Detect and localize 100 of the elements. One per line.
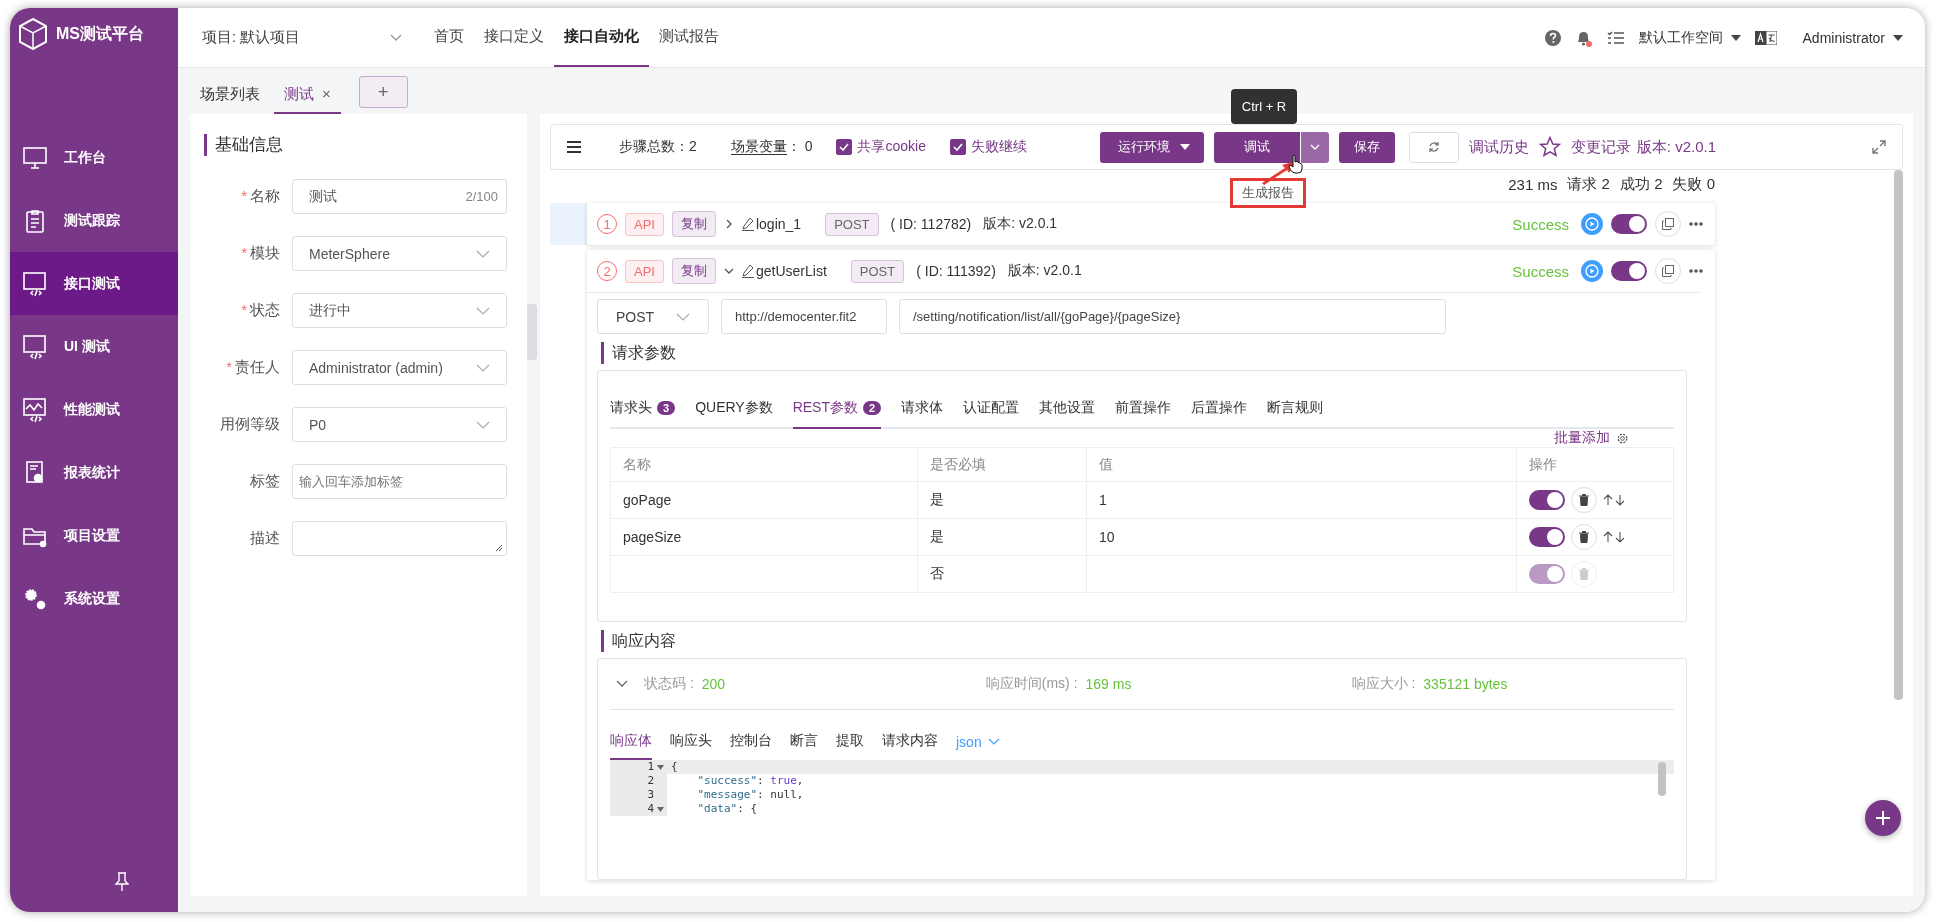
method-select[interactable]: POST [597, 299, 709, 334]
base-url-field[interactable]: http://democenter.fit2 [721, 299, 887, 334]
fold-icon[interactable] [657, 806, 664, 812]
sidebar-item[interactable]: 系统设置 [10, 567, 178, 630]
chevron-icon[interactable] [616, 680, 628, 688]
nav-tab[interactable]: 首页 [424, 8, 474, 67]
section-title: 基础信息 [204, 134, 507, 156]
scenario-tab[interactable]: 场景列表 [190, 85, 270, 114]
table-cell: 10 [1086, 518, 1517, 556]
tooltip: Ctrl + R [1230, 88, 1298, 124]
toggle-switch[interactable] [1611, 214, 1647, 234]
code-editor[interactable]: 1 { 2 "success": true, 3 "message": null, 4 "data": { [610, 760, 1674, 816]
sidebar-item[interactable]: 测试跟踪 [10, 189, 178, 252]
toggle-switch[interactable] [1529, 527, 1565, 547]
select-field[interactable]: MeterSphere [292, 236, 507, 271]
select-field[interactable]: Administrator (admin) [292, 350, 507, 385]
params-tab[interactable]: 断言规则 [1267, 399, 1324, 429]
response-tab[interactable]: 断言 [790, 732, 818, 760]
chevron-icon[interactable] [723, 266, 734, 276]
menu-item[interactable]: 生成报告 [1241, 183, 1294, 202]
add-tab-button[interactable]: + [358, 76, 408, 108]
expand-icon[interactable] [1872, 140, 1886, 154]
star-icon[interactable] [1538, 136, 1561, 158]
params-tab[interactable]: 其他设置 [1039, 399, 1096, 429]
user-menu[interactable]: Administrator [1802, 29, 1903, 46]
move-arrows-icon[interactable] [1603, 531, 1625, 543]
params-tab[interactable]: 后置操作 [1191, 399, 1248, 429]
nav-tab[interactable]: 接口定义 [474, 8, 554, 67]
nav-tab[interactable]: 接口自动化 [554, 8, 649, 67]
save-button[interactable]: 保存 [1338, 131, 1395, 163]
delete-button[interactable] [1571, 524, 1597, 550]
settings-icon[interactable] [1616, 431, 1629, 445]
translate-icon[interactable] [1754, 30, 1777, 45]
sidebar-item[interactable]: 项目设置 [10, 504, 178, 567]
response-tab[interactable]: 提取 [836, 732, 864, 760]
column-header: 值 [1086, 447, 1517, 482]
project-select[interactable]: 项目: 默认项目 [202, 28, 402, 47]
line-number: 3 [647, 788, 654, 802]
toggle-switch[interactable] [1529, 490, 1565, 510]
input-field[interactable]: 测试 2/100 [292, 179, 507, 214]
params-tab[interactable]: QUERY参数 [695, 399, 773, 429]
resize-grip-icon[interactable] [495, 544, 503, 552]
edit-icon[interactable] [741, 217, 754, 231]
more-icon[interactable] [1689, 269, 1703, 273]
more-icon[interactable] [1689, 222, 1703, 226]
step-count: 步骤总数：2 [619, 138, 697, 156]
scrollbar[interactable] [1894, 170, 1903, 700]
field-label: 描述 [249, 529, 281, 548]
edit-icon[interactable] [741, 264, 754, 278]
sidebar-item[interactable]: 报表统计 [10, 441, 178, 504]
delete-button[interactable] [1571, 487, 1597, 513]
sidebar-item[interactable]: 工作台 [10, 126, 178, 189]
response-tab[interactable]: 请求内容 [882, 732, 938, 760]
pin-icon[interactable] [115, 872, 129, 892]
copy-button[interactable] [1655, 258, 1681, 284]
checkbox[interactable]: 共享cookie [836, 138, 926, 156]
fold-icon[interactable] [657, 764, 664, 770]
textarea-field[interactable] [292, 521, 507, 556]
response-tab[interactable]: 控制台 [730, 732, 772, 760]
copy-button[interactable] [1655, 211, 1681, 237]
sidebar-item[interactable]: UI 测试 [10, 315, 178, 378]
select-field[interactable]: P0 [292, 407, 507, 442]
batch-add-link[interactable]: 批量添加 [1554, 429, 1610, 447]
input-field[interactable]: 输入回车添加标签 [292, 464, 507, 499]
sidebar-item[interactable]: 性能测试 [10, 378, 178, 441]
add-button[interactable] [1865, 800, 1901, 836]
params-tab[interactable]: 前置操作 [1115, 399, 1172, 429]
params-tab[interactable]: 请求体 [901, 399, 944, 429]
environment-button[interactable]: 运行环境 [1099, 131, 1204, 163]
nav-tab[interactable]: 测试报告 [649, 8, 729, 67]
code-window-icon [22, 333, 48, 360]
params-tab[interactable]: REST参数 2 [792, 399, 882, 429]
dropdown-button[interactable] [1300, 131, 1329, 163]
menu-icon[interactable] [567, 141, 581, 153]
list-icon[interactable] [1606, 30, 1625, 45]
collapse-handle[interactable] [527, 304, 537, 360]
debug-button[interactable]: 调试 [1213, 131, 1300, 163]
checkbox[interactable]: 失败继续 [949, 138, 1027, 156]
params-tab[interactable]: 认证配置 [963, 399, 1020, 429]
toggle-switch[interactable] [1611, 261, 1647, 281]
chevron-icon [476, 363, 490, 372]
debug-history-link[interactable]: 调试历史 [1468, 137, 1529, 157]
play-icon[interactable] [1581, 260, 1603, 282]
scrollbar[interactable] [1658, 762, 1666, 796]
table-cell: 是 [917, 481, 1087, 519]
select-field[interactable]: 进行中 [292, 293, 507, 328]
params-tab[interactable]: 请求头 3 [610, 399, 676, 429]
table-cell: 否 [917, 555, 1087, 593]
path-field[interactable]: /setting/notification/list/all/{goPage}/{pageSize} [899, 299, 1446, 334]
workspace-select[interactable]: 默认工作空间 [1638, 28, 1741, 47]
sidebar-item[interactable]: 接口测试 [10, 252, 178, 315]
variables-link[interactable]: 场景变量 [730, 138, 787, 155]
method-tag: POST [850, 259, 905, 283]
field-label: 标签 [249, 472, 281, 491]
table-cell: pageSize [610, 518, 918, 556]
play-icon[interactable] [1581, 213, 1603, 235]
change-log-link[interactable]: 变更记录 [1570, 137, 1631, 157]
help-icon[interactable] [1544, 29, 1561, 46]
response-tab[interactable]: 响应头 [670, 732, 712, 760]
move-arrows-icon[interactable] [1603, 494, 1625, 506]
